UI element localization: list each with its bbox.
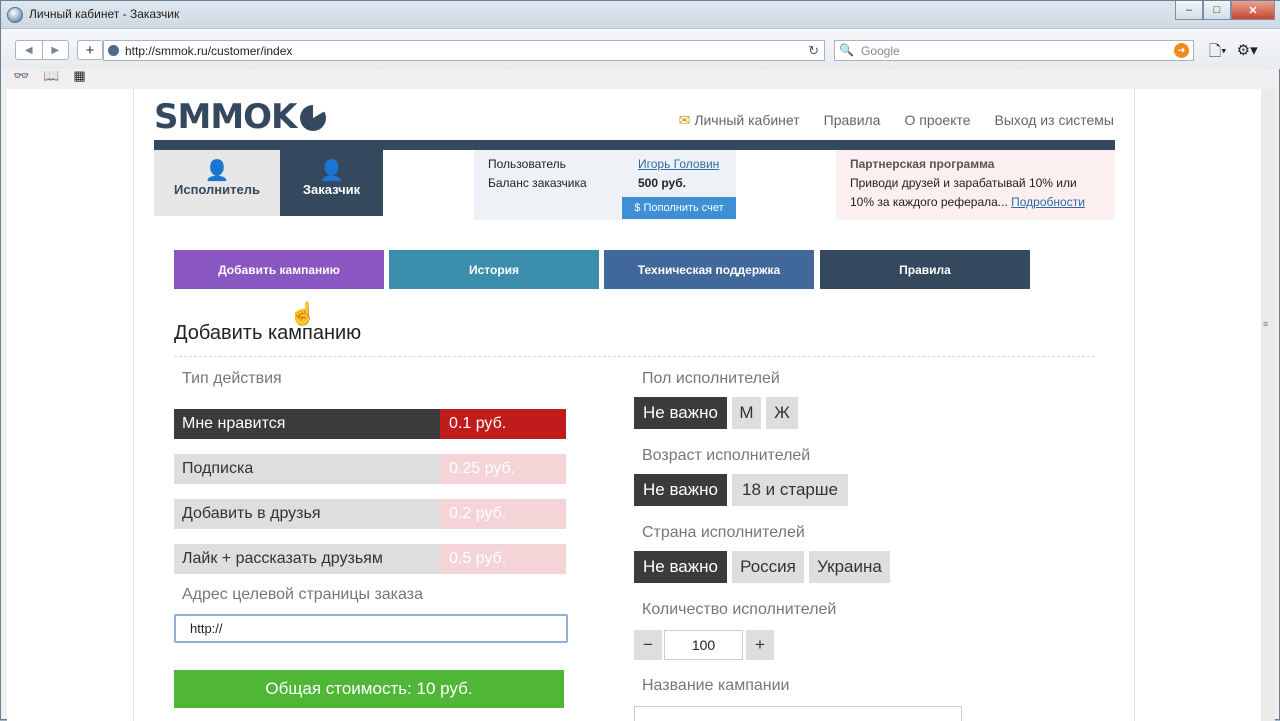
action-type-label: Тип действия (182, 370, 282, 387)
topup-button[interactable]: $ Пополнить счет (622, 197, 736, 219)
action-name: Лайк + рассказать друзьям (174, 544, 440, 574)
vertical-scrollbar[interactable]: ≡ (1261, 89, 1275, 721)
tab-executor-label: Исполнитель (174, 182, 260, 197)
action-price: 0.25 руб. (440, 454, 566, 484)
search-icon: 🔍 (839, 43, 854, 57)
tab-executor[interactable]: 👤 Исполнитель (154, 150, 280, 216)
pacman-icon (300, 105, 327, 131)
age-label: Возраст исполнителей (642, 447, 811, 464)
total-cost-button[interactable]: Общая стоимость: 10 руб. (174, 670, 564, 708)
history-buttons: ◀ ▶ (15, 40, 69, 60)
site-page: SMMOK ✉ Личный кабинет Правила О проекте … (133, 89, 1135, 721)
action-option-like-share[interactable]: Лайк + рассказать друзьям 0.5 руб. (174, 544, 566, 574)
partner-box: Партнерская программа Приводи друзей и з… (836, 150, 1115, 220)
worker-icon: 👤 (204, 160, 230, 182)
envelope-icon: ✉ (678, 112, 691, 128)
menu-history[interactable]: История (389, 250, 599, 289)
target-url-input[interactable]: http:// (174, 614, 568, 643)
bookmarks-icon[interactable]: 📖 (43, 68, 59, 84)
minimize-button[interactable]: – (1175, 1, 1203, 20)
count-label: Количество исполнителей (642, 601, 837, 618)
country-ukraine[interactable]: Украина (809, 551, 890, 583)
partner-text-block: Приводи друзей и зарабатывай 10% или 10%… (850, 174, 1101, 212)
gender-any[interactable]: Не важно (634, 397, 727, 429)
user-icon: 👤 (319, 160, 344, 182)
gender-female[interactable]: Ж (766, 397, 798, 429)
action-option-subscribe[interactable]: Подписка 0.25 руб. (174, 454, 566, 484)
count-input[interactable]: 100 (664, 630, 743, 660)
page-title: Добавить кампанию (174, 322, 362, 344)
country-label: Страна исполнителей (642, 524, 805, 541)
hand-cursor-icon: ☝ (289, 301, 317, 326)
top-sites-icon[interactable]: ▦ (73, 68, 85, 84)
age-any[interactable]: Не важно (634, 474, 727, 506)
browser-logo-icon (7, 7, 23, 23)
forward-button[interactable]: ▶ (43, 41, 69, 59)
nav-cabinet-label: Личный кабинет (694, 112, 800, 128)
tab-customer[interactable]: 👤 Заказчик (280, 150, 383, 216)
partner-details-link[interactable]: Подробности (1011, 195, 1085, 209)
browser-window: Личный кабинет - Заказчик – □ ✕ ◀ ▶ + ht… (0, 0, 1280, 721)
site-logo[interactable]: SMMOK (154, 97, 327, 137)
nav-cabinet[interactable]: ✉ Личный кабинет (679, 112, 800, 129)
country-russia[interactable]: Россия (732, 551, 804, 583)
action-name: Мне нравится (174, 409, 440, 439)
maximize-button[interactable]: □ (1203, 1, 1231, 20)
top-navigation: ✉ Личный кабинет Правила О проекте Выход … (679, 112, 1114, 129)
bookmarks-bar: 👓 📖 ▦ (13, 68, 86, 84)
title-bar: Личный кабинет - Заказчик – □ ✕ (1, 1, 1280, 29)
tab-customer-label: Заказчик (302, 182, 361, 197)
action-price: 0.2 руб. (440, 499, 566, 529)
site-icon (108, 45, 119, 56)
gender-male[interactable]: М (732, 397, 761, 429)
nav-logout[interactable]: Выход из системы (995, 112, 1114, 129)
address-text[interactable]: http://smmok.ru/customer/index (125, 44, 292, 58)
gender-label: Пол исполнителей (642, 370, 780, 387)
campaign-name-label: Название кампании (642, 677, 790, 694)
user-label: Пользователь (488, 157, 566, 171)
balance-label: Баланс заказчика (488, 176, 587, 190)
action-price: 0.5 руб. (440, 544, 566, 574)
page-viewport: SMMOK ✉ Личный кабинет Правила О проекте … (7, 89, 1261, 721)
user-name-link[interactable]: Игорь Головин (638, 157, 719, 171)
search-go-icon[interactable]: ➜ (1174, 43, 1189, 58)
menu-support[interactable]: Техническая поддержка (604, 250, 814, 289)
action-option-add-friends[interactable]: Добавить в друзья 0.2 руб. (174, 499, 566, 529)
menu-rules[interactable]: Правила (820, 250, 1030, 289)
reload-icon[interactable]: ↻ (808, 43, 819, 59)
logo-text: SMMOK (154, 97, 297, 137)
action-name: Добавить в друзья (174, 499, 440, 529)
search-box[interactable]: 🔍 Google ➜ (834, 40, 1194, 61)
nav-about[interactable]: О проекте (904, 112, 970, 129)
count-increment-button[interactable]: + (746, 630, 774, 660)
age-18-plus[interactable]: 18 и старше (732, 474, 848, 506)
page-menu-icon[interactable]: 🗋▾ (1209, 41, 1227, 66)
close-button[interactable]: ✕ (1231, 1, 1275, 20)
action-name: Подписка (174, 454, 440, 484)
menu-add-campaign[interactable]: Добавить кампанию (174, 250, 384, 289)
window-title: Личный кабинет - Заказчик (29, 7, 180, 21)
header-strip (154, 140, 1115, 150)
count-decrement-button[interactable]: − (634, 630, 662, 660)
scroll-grip-icon[interactable]: ≡ (1263, 319, 1273, 329)
action-option-like[interactable]: Мне нравится 0.1 руб. (174, 409, 566, 439)
address-bar[interactable]: http://smmok.ru/customer/index ↻ (103, 40, 825, 61)
partner-heading: Партнерская программа (850, 157, 995, 171)
tools-menu-icon[interactable]: ⚙▾ (1237, 41, 1258, 66)
campaign-name-input[interactable] (634, 706, 962, 721)
search-placeholder[interactable]: Google (861, 44, 900, 58)
reader-icon[interactable]: 👓 (13, 68, 29, 84)
balance-value: 500 руб. (638, 176, 686, 190)
target-url-label: Адрес целевой страницы заказа (182, 586, 423, 603)
divider (174, 356, 1095, 357)
action-price: 0.1 руб. (440, 409, 566, 439)
country-any[interactable]: Не важно (634, 551, 727, 583)
nav-rules[interactable]: Правила (824, 112, 881, 129)
user-info-box: Пользователь Игорь Головин Баланс заказч… (474, 150, 736, 220)
back-button[interactable]: ◀ (16, 41, 43, 59)
new-tab-button[interactable]: + (77, 40, 103, 60)
